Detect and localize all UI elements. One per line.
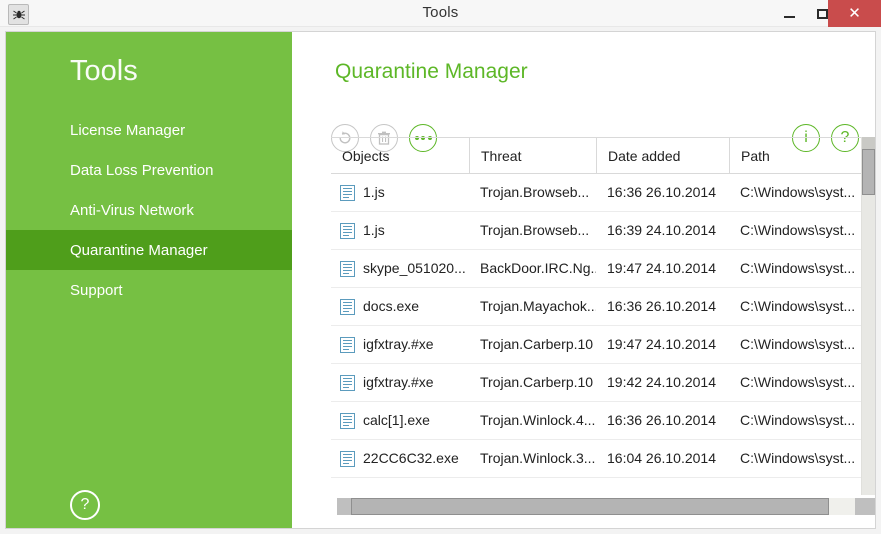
column-header-threat[interactable]: Threat <box>469 138 596 174</box>
table-row[interactable]: igfxtray.#xe Trojan.Carberp.10 19:42 24.… <box>331 364 861 402</box>
window-title: Tools <box>0 4 881 21</box>
cell-path: C:\Windows\syst... <box>729 174 861 211</box>
cell-threat: Trojan.Carberp.10 <box>469 326 596 363</box>
question-mark-icon: ? <box>81 496 90 514</box>
sidebar-item-quarantine-manager[interactable]: Quarantine Manager <box>6 230 292 270</box>
cell-path: C:\Windows\syst... <box>729 402 861 439</box>
cell-threat: Trojan.Winlock.4... <box>469 402 596 439</box>
sidebar-item-label: License Manager <box>70 122 185 139</box>
table-row[interactable]: 22CC6C32.exe Trojan.Winlock.3... 16:04 2… <box>331 440 861 478</box>
table-row[interactable]: 1.js Trojan.Browseb... 16:36 26.10.2014 … <box>331 174 861 212</box>
sidebar-item-license-manager[interactable]: License Manager <box>6 110 292 150</box>
cell-date: 19:42 24.10.2014 <box>596 364 729 401</box>
table-row[interactable]: igfxtray.#xe Trojan.Carberp.10 19:47 24.… <box>331 326 861 364</box>
sidebar-title: Tools <box>70 55 138 88</box>
cell-object: docs.exe <box>331 288 469 325</box>
cell-date: 16:36 26.10.2014 <box>596 402 729 439</box>
tools-window: Tools ✕ Tools License Manager Data Loss … <box>0 0 881 534</box>
cell-threat: Trojan.Winlock.3... <box>469 440 596 477</box>
main-panel: Quarantine Manager <box>292 32 875 528</box>
cell-date: 19:47 24.10.2014 <box>596 250 729 287</box>
cell-object: calc[1].exe <box>331 402 469 439</box>
sidebar-item-label: Data Loss Prevention <box>70 162 213 179</box>
horizontal-scroll-thumb[interactable] <box>351 498 829 515</box>
window-body: Tools License Manager Data Loss Preventi… <box>0 27 881 534</box>
cell-object: 22CC6C32.exe <box>331 440 469 477</box>
cell-object: igfxtray.#xe <box>331 364 469 401</box>
column-header-date-added[interactable]: Date added <box>596 138 729 174</box>
cell-date: 19:47 24.10.2014 <box>596 326 729 363</box>
maximize-icon <box>817 9 828 19</box>
cell-threat: Trojan.Carberp.10 <box>469 364 596 401</box>
sidebar-item-anti-virus-network[interactable]: Anti-Virus Network <box>6 190 292 230</box>
cell-threat: BackDoor.IRC.Ng... <box>469 250 596 287</box>
table-header-row: Objects Threat Date added Path <box>331 137 861 174</box>
column-header-path[interactable]: Path <box>729 138 861 174</box>
table-row[interactable]: 1.js Trojan.Browseb... 16:39 24.10.2014 … <box>331 212 861 250</box>
sidebar: Tools License Manager Data Loss Preventi… <box>6 32 292 528</box>
table-horizontal-scrollbar[interactable] <box>337 498 875 515</box>
cell-object: 1.js <box>331 174 469 211</box>
minimize-icon <box>784 16 795 18</box>
cell-object: skype_051020... <box>331 250 469 287</box>
cell-path: C:\Windows\syst... <box>729 212 861 249</box>
sidebar-nav: License Manager Data Loss Prevention Ant… <box>6 110 292 310</box>
cell-date: 16:04 26.10.2014 <box>596 440 729 477</box>
sidebar-item-label: Anti-Virus Network <box>70 202 194 219</box>
cell-threat: Trojan.Browseb... <box>469 174 596 211</box>
sidebar-item-data-loss-prevention[interactable]: Data Loss Prevention <box>6 150 292 190</box>
page-title: Quarantine Manager <box>335 60 528 84</box>
table-body: 1.js Trojan.Browseb... 16:36 26.10.2014 … <box>331 174 861 478</box>
table-row[interactable]: calc[1].exe Trojan.Winlock.4... 16:36 26… <box>331 402 861 440</box>
column-header-objects[interactable]: Objects <box>331 138 469 174</box>
table-vertical-scrollbar[interactable] <box>861 137 875 495</box>
table-row[interactable]: skype_051020... BackDoor.IRC.Ng... 19:47… <box>331 250 861 288</box>
sidebar-item-support[interactable]: Support <box>6 270 292 310</box>
close-icon: ✕ <box>848 6 861 21</box>
table-row[interactable]: docs.exe Trojan.Mayachok... 16:36 26.10.… <box>331 288 861 326</box>
sidebar-help-button[interactable]: ? <box>70 490 100 520</box>
cell-date: 16:36 26.10.2014 <box>596 288 729 325</box>
minimize-button[interactable] <box>773 0 806 27</box>
vertical-scroll-thumb[interactable] <box>862 149 875 195</box>
cell-path: C:\Windows\syst... <box>729 288 861 325</box>
scroll-left-button[interactable] <box>337 498 351 515</box>
title-bar: Tools ✕ <box>0 0 881 27</box>
cell-object: igfxtray.#xe <box>331 326 469 363</box>
cell-path: C:\Windows\syst... <box>729 364 861 401</box>
quarantine-table: Objects Threat Date added Path 1.js Troj… <box>331 137 861 495</box>
cell-path: C:\Windows\syst... <box>729 326 861 363</box>
scroll-up-button[interactable] <box>862 137 875 149</box>
cell-threat: Trojan.Browseb... <box>469 212 596 249</box>
cell-object: 1.js <box>331 212 469 249</box>
close-button[interactable]: ✕ <box>828 0 881 27</box>
sidebar-item-label: Support <box>70 282 123 299</box>
scroll-right-button[interactable] <box>855 498 875 515</box>
cell-path: C:\Windows\syst... <box>729 440 861 477</box>
cell-threat: Trojan.Mayachok... <box>469 288 596 325</box>
sidebar-item-label: Quarantine Manager <box>70 242 208 259</box>
cell-date: 16:39 24.10.2014 <box>596 212 729 249</box>
window-content: Tools License Manager Data Loss Preventi… <box>5 31 876 529</box>
cell-date: 16:36 26.10.2014 <box>596 174 729 211</box>
cell-path: C:\Windows\syst... <box>729 250 861 287</box>
